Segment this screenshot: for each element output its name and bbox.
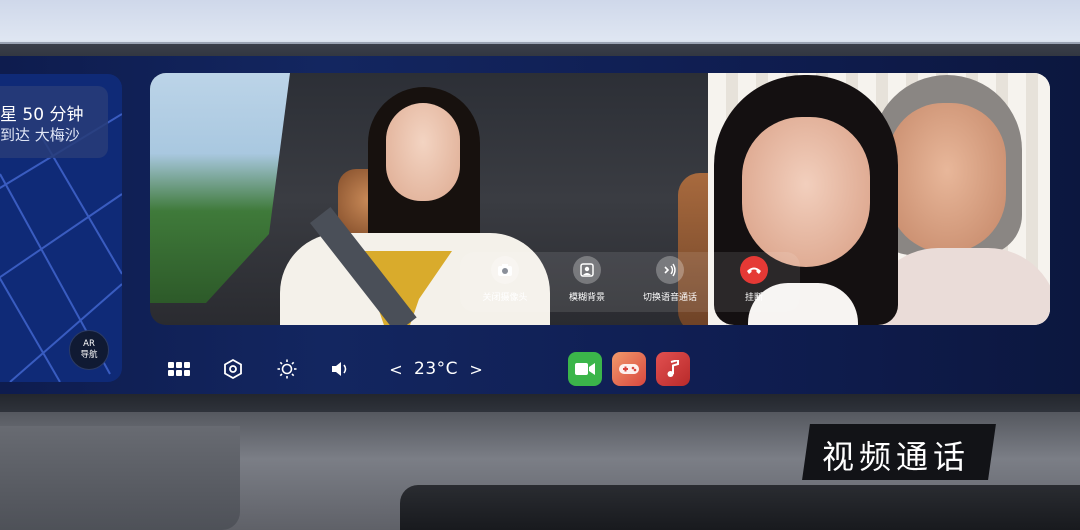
close-camera-label: 关闭摄像头 (482, 293, 528, 303)
car-window (150, 73, 290, 303)
voice-switch-icon (656, 256, 684, 284)
temp-increase-button[interactable]: > (468, 360, 484, 379)
hang-up-button[interactable]: 挂断 (714, 256, 794, 308)
brightness-icon[interactable] (276, 358, 298, 380)
apps-grid-icon[interactable] (168, 358, 190, 380)
dashboard-panel (0, 426, 240, 530)
ar-navigation-button[interactable]: AR 导航 (69, 330, 109, 370)
video-call-app-icon[interactable] (568, 352, 602, 386)
temperature-control: < 23°C > (388, 357, 484, 381)
navigation-eta-panel[interactable]: 星 50 分钟 到达 大梅沙 (0, 86, 108, 158)
settings-hexagon-icon[interactable] (222, 358, 244, 380)
hang-up-icon (740, 256, 768, 284)
camera-icon (491, 256, 519, 284)
volume-icon[interactable] (330, 358, 352, 380)
close-camera-button[interactable]: 关闭摄像头 (465, 256, 545, 308)
switch-voice-call-label: 切换语音通话 (642, 293, 697, 303)
temperature-value: 23°C (414, 359, 459, 379)
switch-voice-call-button[interactable]: 切换语音通话 (630, 256, 710, 308)
ar-navigation-label-1: AR (83, 339, 95, 349)
blur-background-label: 模糊背景 (568, 293, 605, 303)
eta-time: 星 50 分钟 (0, 105, 84, 125)
music-app-icon[interactable] (656, 352, 690, 386)
video-call-caption: 视频通话 (822, 438, 971, 476)
girl-face (742, 117, 870, 267)
blur-background-icon (573, 256, 601, 284)
grandmother-face (888, 103, 1006, 253)
temp-decrease-button[interactable]: < (388, 360, 404, 379)
eta-destination: 到达 大梅沙 (0, 126, 80, 144)
game-app-icon[interactable] (612, 352, 646, 386)
hang-up-label: 挂断 (744, 293, 763, 303)
ar-navigation-label-2: 导航 (80, 350, 98, 360)
blur-background-button[interactable]: 模糊背景 (547, 256, 627, 308)
call-controls: 关闭摄像头 模糊背景 切换语音通话 挂断 (460, 252, 800, 312)
caller-face (386, 103, 460, 201)
dashboard-vent (400, 485, 1080, 530)
